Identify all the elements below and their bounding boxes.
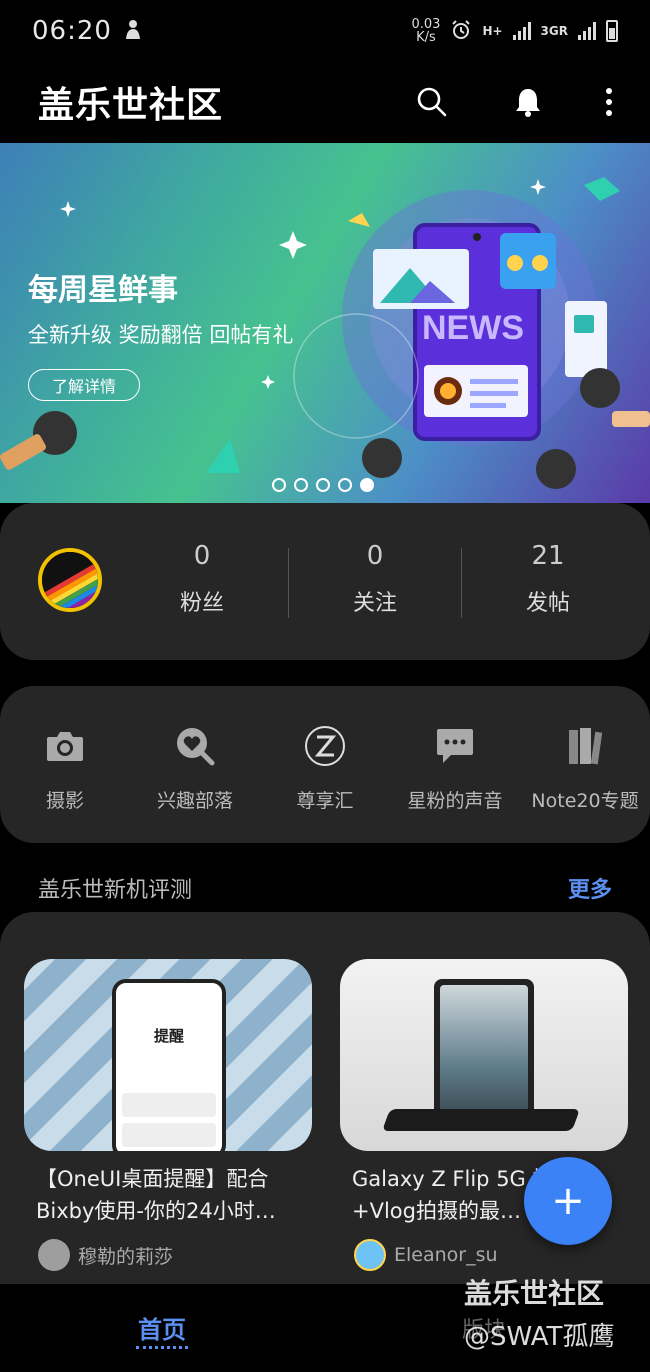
notification-app-icon bbox=[122, 17, 144, 46]
app-bar: 盖乐世社区 bbox=[0, 62, 650, 142]
watermark-title: 盖乐世社区 bbox=[464, 1277, 605, 1310]
quick-link-interest[interactable]: 兴趣部落 bbox=[130, 724, 260, 813]
quick-links-card: 摄影 兴趣部落 尊享汇 星粉的声音 Note20专题 bbox=[0, 686, 650, 843]
status-bar: 06:20 0.03 K/s H+ 3GR bbox=[0, 0, 650, 62]
review-author[interactable]: Eleanor_su bbox=[340, 1239, 628, 1271]
stat-value: 21 bbox=[531, 541, 565, 571]
banner-subtitle: 全新升级 奖励翻倍 回帖有礼 bbox=[28, 323, 294, 347]
add-post-button[interactable]: + bbox=[524, 1157, 612, 1245]
signal-icon bbox=[512, 22, 531, 40]
stat-posts[interactable]: 21 发帖 bbox=[488, 541, 608, 617]
z-premium-icon bbox=[260, 724, 390, 768]
battery-icon bbox=[606, 20, 618, 42]
promo-banner[interactable]: 每周星鲜事 全新升级 奖励翻倍 回帖有礼 NEWS 了解详情 bbox=[0, 143, 650, 503]
author-avatar bbox=[354, 1239, 386, 1271]
chat-bubble-icon bbox=[390, 724, 520, 768]
banner-pagination bbox=[272, 478, 374, 492]
quick-link-label: 尊享汇 bbox=[296, 790, 354, 812]
stat-followers[interactable]: 0 粉丝 bbox=[142, 541, 262, 617]
books-icon bbox=[520, 724, 650, 768]
section-more-link[interactable]: 更多 bbox=[568, 872, 612, 904]
avatar[interactable] bbox=[38, 548, 102, 612]
pagination-dot[interactable] bbox=[316, 478, 330, 492]
signal-icon-2 bbox=[578, 22, 596, 40]
nav-home-tab[interactable]: 首页 bbox=[138, 1310, 186, 1345]
alarm-icon bbox=[450, 19, 472, 44]
stat-label: 粉丝 bbox=[179, 591, 224, 616]
review-thumbnail: 提醒 bbox=[24, 959, 312, 1151]
quick-link-voice[interactable]: 星粉的声音 bbox=[390, 724, 520, 813]
phone-mockup bbox=[434, 979, 534, 1127]
author-name: 穆勒的莉莎 bbox=[78, 1245, 174, 1268]
section-title: 盖乐世新机评测 bbox=[38, 878, 193, 903]
quick-link-label: Note20专题 bbox=[531, 790, 639, 812]
review-card[interactable]: 提醒 【OneUI桌面提醒】配合Bixby使用-你的24小时… 穆勒的莉莎 bbox=[24, 959, 312, 1271]
net-speed: 0.03 K/s bbox=[411, 17, 441, 45]
active-tab-indicator bbox=[136, 1346, 188, 1349]
banner-more-button[interactable]: 了解详情 bbox=[28, 369, 140, 401]
search-icon[interactable] bbox=[412, 82, 452, 122]
banner-news-text: NEWS bbox=[422, 309, 524, 347]
more-vert-icon[interactable] bbox=[604, 82, 614, 122]
stat-following[interactable]: 0 关注 bbox=[315, 541, 435, 617]
pagination-dot[interactable] bbox=[272, 478, 286, 492]
phone-mockup: 提醒 bbox=[112, 979, 226, 1151]
review-author[interactable]: 穆勒的莉莎 bbox=[24, 1239, 312, 1271]
stat-value: 0 bbox=[366, 541, 384, 571]
phone-screen-title: 提醒 bbox=[153, 1027, 184, 1045]
profile-stats-card: 0 粉丝 0 关注 21 发帖 bbox=[0, 503, 650, 660]
review-thumbnail bbox=[340, 959, 628, 1151]
banner-headline: 每周星鲜事 bbox=[28, 273, 178, 308]
author-avatar bbox=[38, 1239, 70, 1271]
app-title: 盖乐世社区 bbox=[38, 85, 224, 126]
stat-value: 0 bbox=[193, 541, 211, 571]
stat-divider bbox=[288, 548, 289, 618]
pagination-dot[interactable] bbox=[338, 478, 352, 492]
pagination-dot[interactable] bbox=[294, 478, 308, 492]
stat-divider bbox=[461, 548, 462, 618]
stat-label: 关注 bbox=[352, 591, 397, 616]
pagination-dot-active[interactable] bbox=[360, 478, 374, 492]
quick-link-photography[interactable]: 摄影 bbox=[0, 724, 130, 813]
stat-label: 发帖 bbox=[525, 591, 570, 616]
review-title: 【OneUI桌面提醒】配合Bixby使用-你的24小时… bbox=[36, 1167, 276, 1223]
camera-icon bbox=[0, 724, 130, 768]
bell-icon[interactable] bbox=[508, 82, 548, 122]
quick-link-label: 兴趣部落 bbox=[156, 790, 233, 812]
quick-link-label: 星粉的声音 bbox=[407, 790, 503, 812]
status-time: 06:20 bbox=[32, 16, 112, 46]
quick-link-label: 摄影 bbox=[45, 790, 84, 812]
quick-link-premium[interactable]: 尊享汇 bbox=[260, 724, 390, 813]
network-type-2: 3GR bbox=[540, 24, 568, 38]
watermark-author: @SWAT孤鹰 bbox=[464, 1322, 615, 1352]
author-name: Eleanor_su bbox=[394, 1244, 498, 1266]
heart-search-icon bbox=[130, 724, 260, 768]
quick-link-note20[interactable]: Note20专题 bbox=[520, 724, 650, 813]
network-type-1: H+ bbox=[482, 24, 503, 38]
